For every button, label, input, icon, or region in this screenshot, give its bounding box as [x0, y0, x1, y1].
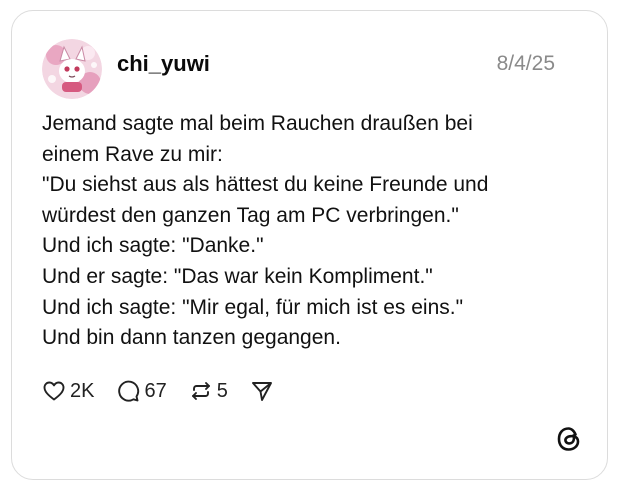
reply-button[interactable]: 67 — [116, 379, 167, 403]
post-line: Und bin dann tanzen gegangen. — [42, 326, 341, 350]
username[interactable]: chi_yuwi — [117, 49, 210, 79]
send-icon — [250, 379, 274, 403]
post-line: Jemand sagte mal beim Rauchen draußen be… — [42, 112, 473, 135]
post-card: chi_yuwi 8/4/25 Jemand sagte mal beim Ra… — [11, 10, 608, 480]
heart-icon — [42, 379, 66, 403]
repost-button[interactable]: 5 — [189, 379, 228, 403]
threads-logo-icon — [555, 425, 583, 453]
post-line: Und er sagte: "Das war kein Kompliment." — [42, 264, 433, 288]
like-button[interactable]: 2K — [42, 379, 94, 403]
post-line: Und ich sagte: "Mir egal, für mich ist e… — [42, 295, 464, 319]
share-button[interactable] — [250, 379, 274, 403]
post-date: 8/4/25 — [496, 52, 555, 75]
post-line: Und ich sagte: "Danke." — [42, 234, 264, 258]
comment-bubble-icon — [116, 379, 140, 403]
post-line: "Du siehst aus als hättest du keine Freu… — [42, 173, 489, 197]
post-line: würdest den ganzen Tag am PC verbringen.… — [42, 203, 459, 227]
repost-count: 5 — [216, 379, 228, 402]
repost-icon — [189, 379, 213, 403]
avatar[interactable] — [42, 39, 102, 99]
reply-count: 67 — [144, 379, 167, 402]
like-count: 2K — [70, 379, 95, 402]
post-body: Jemand sagte mal beim Rauchen draußen be… — [42, 109, 582, 354]
post-line: einem Rave zu mir: — [42, 142, 223, 166]
action-bar: 2K 67 5 — [42, 376, 296, 406]
